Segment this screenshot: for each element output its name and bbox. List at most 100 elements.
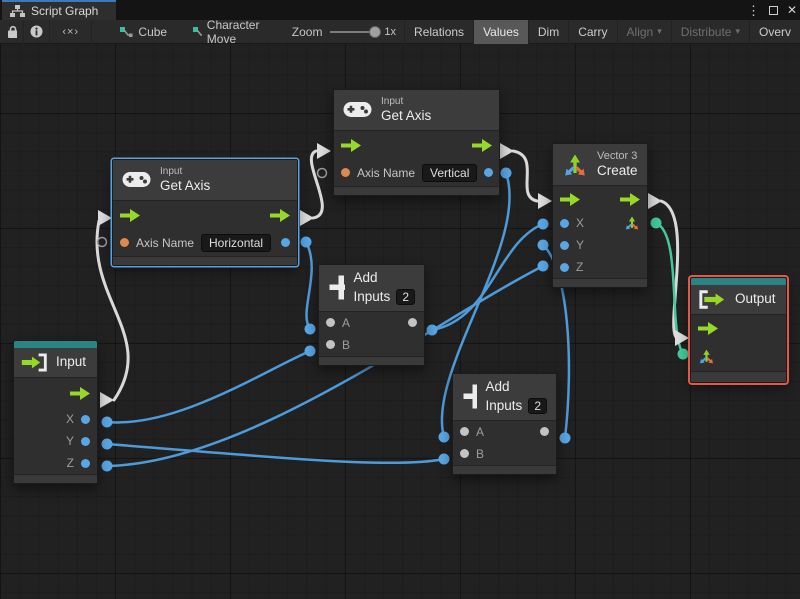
wire-input-x-to-add1-b[interactable] xyxy=(105,349,312,424)
flow-out-arrow-icon[interactable] xyxy=(270,208,290,222)
conn-dot[interactable] xyxy=(537,218,549,230)
vector3-out-port-icon[interactable] xyxy=(624,215,640,231)
flow-port-getaxis-vertical-in[interactable] xyxy=(317,143,331,159)
toolbar: ‹×› Cube Character Move Zoom 1x Relation… xyxy=(0,18,800,46)
wire-flow-getaxis-vertical-to-vector3[interactable] xyxy=(511,149,539,203)
port-z-out[interactable] xyxy=(81,458,90,468)
port-a[interactable] xyxy=(460,427,469,437)
relations-button[interactable]: Relations xyxy=(404,19,473,44)
node-get-axis-vertical[interactable]: Input Get Axis Axis Name Vertical xyxy=(333,89,500,196)
port-b[interactable] xyxy=(326,340,335,350)
conn-dot[interactable] xyxy=(559,432,571,444)
flow-port-getaxis-horizontal-in[interactable] xyxy=(98,210,112,226)
node-header[interactable]: Input xyxy=(14,348,97,378)
port-y-out[interactable] xyxy=(81,436,90,446)
conn-dot[interactable] xyxy=(500,167,512,179)
window-menu-icon[interactable]: ⋮ xyxy=(747,4,760,17)
flow-out-arrow-icon[interactable] xyxy=(472,138,492,152)
tab-script-graph[interactable]: Script Graph xyxy=(2,0,116,20)
port-x[interactable] xyxy=(560,218,569,228)
node-title: Get Axis xyxy=(160,178,211,193)
conn-dot[interactable] xyxy=(304,323,316,335)
unconnected-port[interactable] xyxy=(96,236,108,248)
node-add-1[interactable]: Add Inputs 2 A B xyxy=(318,264,425,366)
dim-button[interactable]: Dim xyxy=(527,19,568,44)
axis-name-port[interactable] xyxy=(341,168,350,178)
axis-name-value[interactable]: Vertical xyxy=(422,163,478,182)
port-z[interactable] xyxy=(560,262,569,272)
wire-getaxis-horizontal-to-add1-a[interactable] xyxy=(304,240,313,331)
conn-dot[interactable] xyxy=(537,239,549,251)
info-button[interactable] xyxy=(24,19,50,44)
flow-out-arrow-icon[interactable] xyxy=(70,386,90,400)
conn-dot-vector[interactable] xyxy=(677,348,689,360)
zoom-slider[interactable] xyxy=(330,25,382,38)
maximize-icon[interactable] xyxy=(768,5,778,15)
value-out-port[interactable] xyxy=(281,238,290,248)
port-a[interactable] xyxy=(326,318,335,328)
flow-in-arrow-icon[interactable] xyxy=(341,138,361,152)
close-icon[interactable]: ✕ xyxy=(787,4,797,16)
flow-port-getaxis-horizontal-out[interactable] xyxy=(300,210,314,226)
inputs-count[interactable]: 2 xyxy=(396,289,415,306)
conn-dot[interactable] xyxy=(426,324,438,336)
port-sum-out[interactable] xyxy=(408,318,417,328)
zoom-slider-knob[interactable] xyxy=(369,25,382,38)
value-out-port[interactable] xyxy=(484,168,494,178)
port-b-label: B xyxy=(342,337,351,352)
node-header[interactable]: Add Inputs 2 xyxy=(453,374,556,421)
plus-icon xyxy=(463,384,477,409)
conn-dot[interactable] xyxy=(101,438,113,450)
values-button[interactable]: Values xyxy=(473,19,528,44)
conn-dot[interactable] xyxy=(101,460,113,472)
axis-name-value[interactable]: Horizontal xyxy=(201,233,272,252)
node-vector3-create[interactable]: Vector 3 Create X Y Z xyxy=(552,143,648,289)
axis-name-port[interactable] xyxy=(120,238,129,248)
port-b[interactable] xyxy=(460,449,469,459)
node-category: Vector 3 xyxy=(597,150,638,162)
node-input[interactable]: Input X Y Z xyxy=(13,340,98,484)
conn-dot[interactable] xyxy=(438,431,450,443)
flow-in-arrow-icon[interactable] xyxy=(120,208,140,222)
graph-button-cube[interactable]: Cube xyxy=(114,20,173,44)
node-output[interactable]: Output xyxy=(690,277,787,383)
conn-dot[interactable] xyxy=(101,416,113,428)
lock-button[interactable] xyxy=(0,19,24,44)
node-get-axis-horizontal[interactable]: Input Get Axis Axis Name Horizontal xyxy=(112,159,298,266)
flow-port-getaxis-vertical-out[interactable] xyxy=(500,143,514,159)
wire-add1-to-vector3-x[interactable] xyxy=(430,222,545,332)
distribute-dropdown[interactable]: Distribute ▾ xyxy=(670,19,749,44)
node-header[interactable]: Input Get Axis xyxy=(113,160,297,201)
align-dropdown[interactable]: Align ▾ xyxy=(616,19,671,44)
inputs-count[interactable]: 2 xyxy=(528,398,547,415)
flow-out-arrow-icon[interactable] xyxy=(620,192,640,206)
port-y[interactable] xyxy=(560,240,569,250)
flow-port-output-in[interactable] xyxy=(675,330,689,346)
node-header[interactable]: Add Inputs 2 xyxy=(319,265,424,312)
conn-dot-vector[interactable] xyxy=(650,217,662,229)
conn-dot[interactable] xyxy=(300,236,312,248)
port-sum-out[interactable] xyxy=(540,427,549,437)
node-add-2[interactable]: Add Inputs 2 A B xyxy=(452,373,557,475)
flow-in-arrow-icon[interactable] xyxy=(560,192,580,206)
flow-port-vector3-in[interactable] xyxy=(538,193,552,209)
flow-port-vector3-out[interactable] xyxy=(648,193,662,209)
port-x-out[interactable] xyxy=(81,414,90,424)
unconnected-port[interactable] xyxy=(316,167,328,179)
node-header[interactable]: Output xyxy=(691,285,786,315)
node-header[interactable]: Vector 3 Create xyxy=(553,144,647,187)
carry-button[interactable]: Carry xyxy=(568,19,616,44)
io-node-strip xyxy=(691,278,786,285)
vector3-in-port-icon[interactable] xyxy=(698,348,715,365)
overview-button[interactable]: Overv xyxy=(748,19,800,44)
conn-dot[interactable] xyxy=(537,260,549,272)
breadcrumb-root-button[interactable]: ‹×› xyxy=(50,19,93,44)
node-header[interactable]: Input Get Axis xyxy=(334,90,499,131)
conn-dot[interactable] xyxy=(438,453,450,465)
wire-flow-getaxis-horizontal-to-vertical[interactable] xyxy=(309,149,324,220)
conn-dot[interactable] xyxy=(304,345,316,357)
script-graph-icon xyxy=(10,5,25,17)
flow-port-input-out[interactable] xyxy=(100,392,114,408)
graph-button-character-move[interactable]: Character Move xyxy=(187,18,270,46)
flow-in-arrow-icon[interactable] xyxy=(698,321,718,335)
